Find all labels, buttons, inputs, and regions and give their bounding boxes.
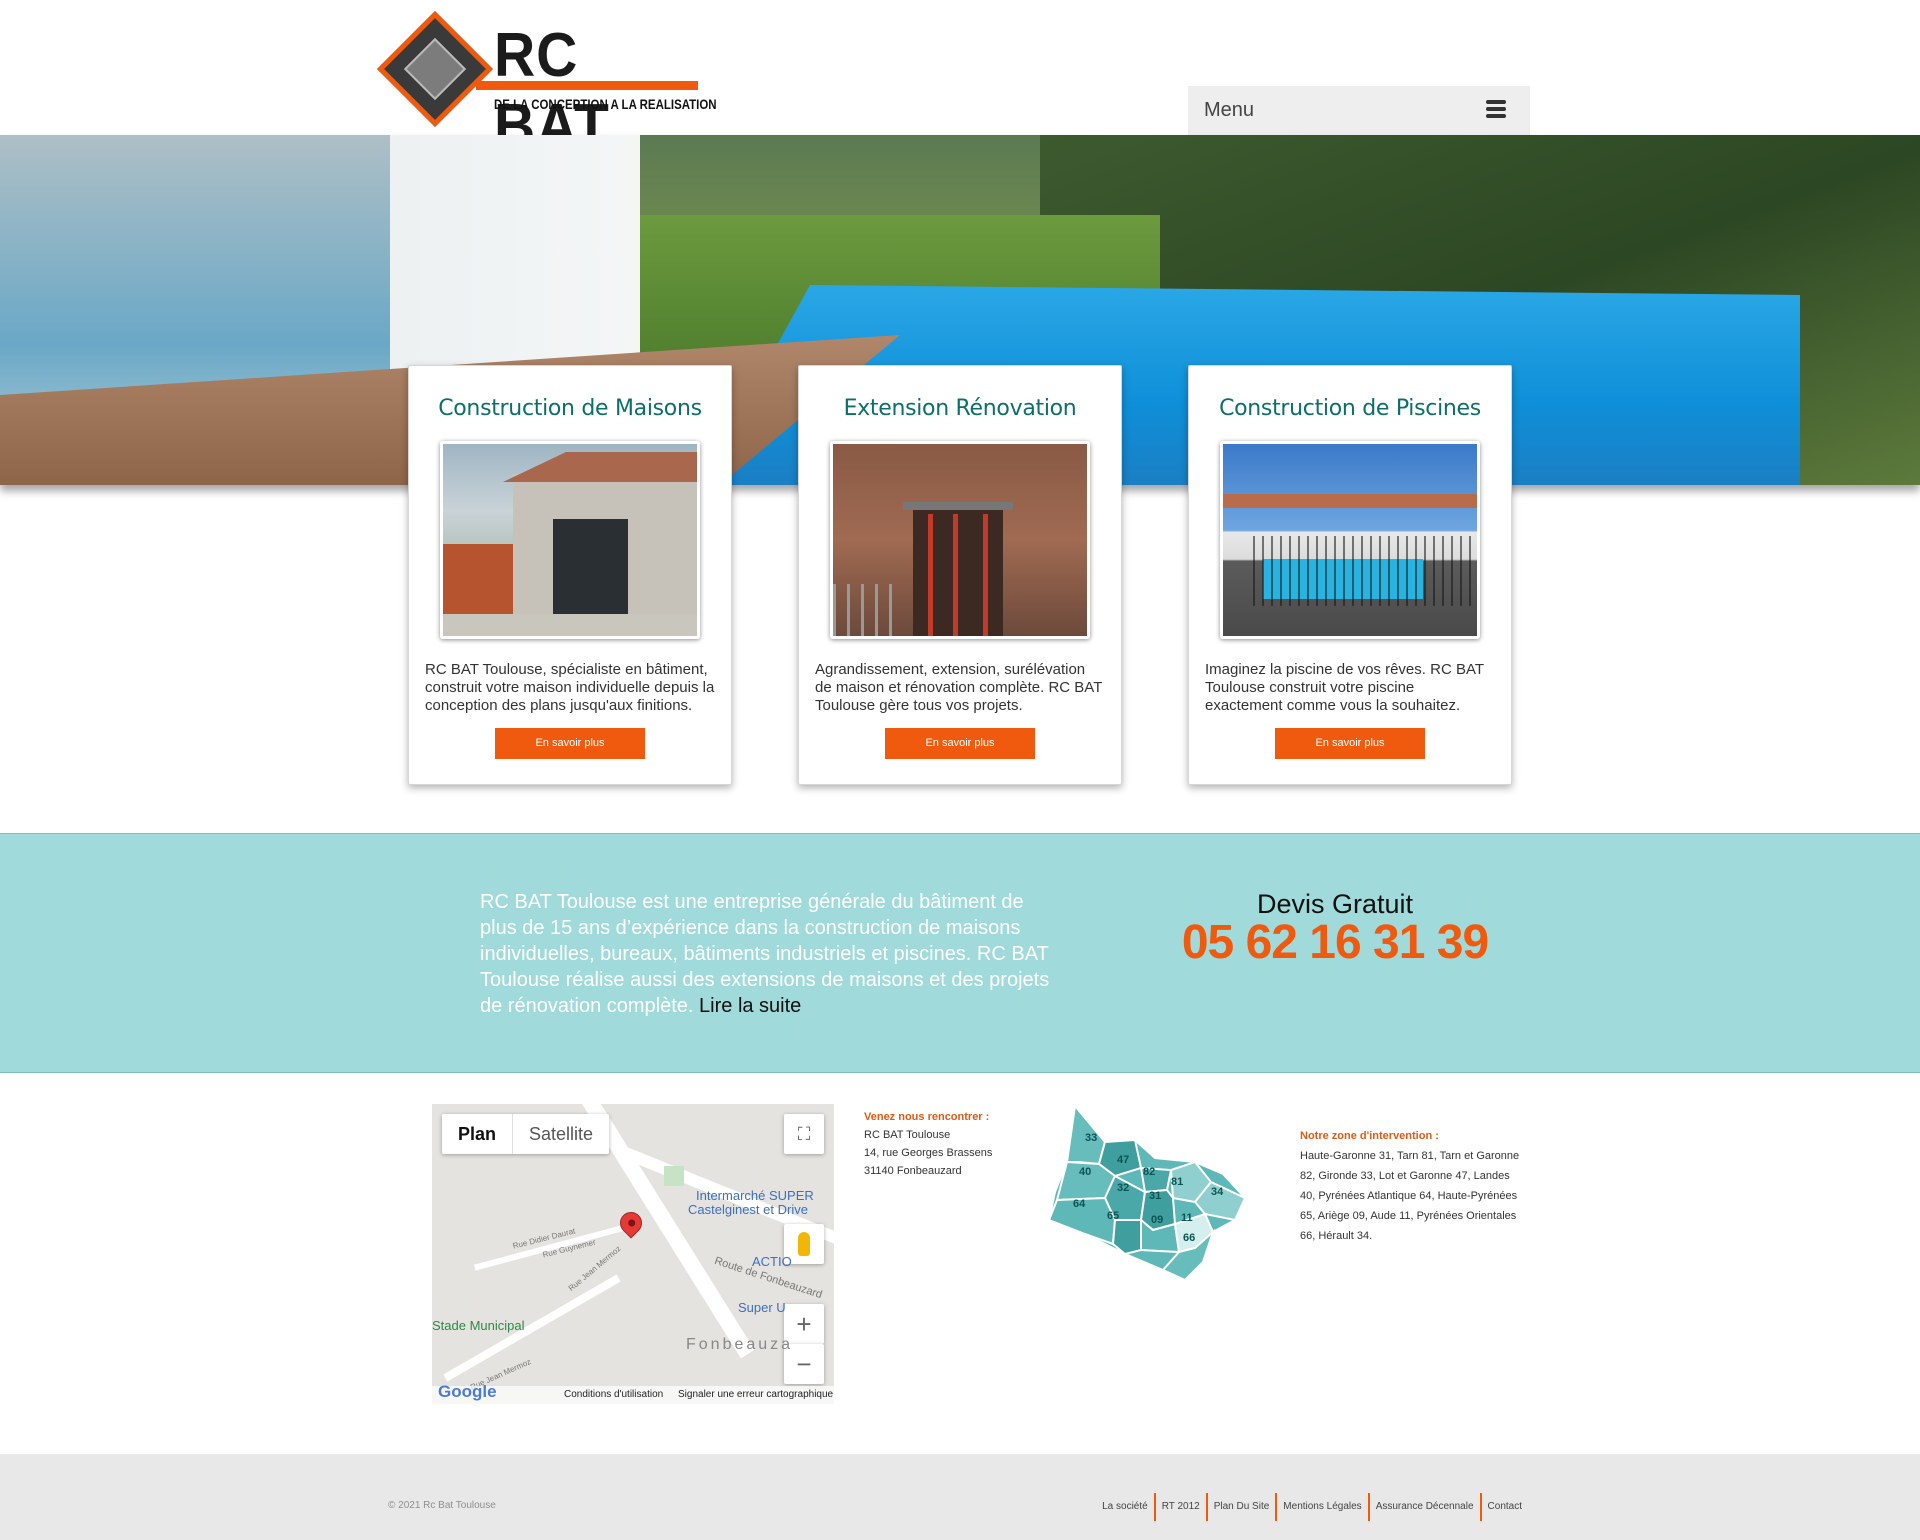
about-band: RC BAT Toulouse est une entreprise génér… <box>0 833 1920 1073</box>
google-logo: Google <box>438 1382 497 1401</box>
logo-tagline: DE LA CONCEPTION A LA REALISATION <box>494 96 717 112</box>
map-label-stade: Stade Municipal <box>432 1318 525 1333</box>
department-label: 81 <box>1171 1176 1184 1188</box>
map-type-tabs: Plan Satellite <box>442 1114 610 1154</box>
map-label-intermarche-2: Castelginest et Drive <box>688 1202 808 1217</box>
footer-link-assurance[interactable]: Assurance Décennale <box>1367 1493 1480 1521</box>
card-construction-piscines: Construction de Piscines Imaginez la pis… <box>1188 365 1512 785</box>
contact-line: 14, rue Georges Brassens <box>864 1147 993 1159</box>
department-label: 09 <box>1151 1214 1164 1226</box>
department-label: 82 <box>1143 1166 1156 1178</box>
map-terms-link[interactable]: Conditions d'utilisation <box>564 1389 663 1400</box>
map-label-town: Fonbeauza <box>686 1336 794 1353</box>
en-savoir-plus-button[interactable]: En savoir plus <box>495 728 645 759</box>
card-text: Imaginez la piscine de vos rêves. RC BAT… <box>1205 661 1484 714</box>
footer-link-mentions-legales[interactable]: Mentions Légales <box>1275 1493 1367 1521</box>
department-label: 66 <box>1183 1232 1196 1244</box>
footer-link-plan-du-site[interactable]: Plan Du Site <box>1205 1493 1276 1521</box>
about-text: RC BAT Toulouse est une entreprise génér… <box>480 889 1060 1019</box>
card-text: Agrandissement, extension, surélévation … <box>815 661 1103 714</box>
contact-info: Venez nous rencontrer : RC BAT Toulouse … <box>864 1108 992 1180</box>
map-label-intermarche: Intermarché SUPER <box>696 1188 814 1203</box>
card-text: RC BAT Toulouse, spécialiste en bâtiment… <box>425 661 715 714</box>
card-construction-maisons: Construction de Maisons RC BAT Toulouse,… <box>408 365 732 785</box>
department-label: 33 <box>1085 1132 1098 1144</box>
department-label: 34 <box>1211 1186 1224 1198</box>
intervention-zone: Notre zone d'intervention : Haute-Garonn… <box>1300 1126 1526 1246</box>
location-pin-icon[interactable] <box>615 1207 647 1239</box>
footer: © 2021 Rc Bat Toulouse La société RT 201… <box>0 1454 1920 1540</box>
zone-heading: Notre zone d'intervention : <box>1300 1130 1439 1142</box>
devis-block: Devis Gratuit 05 62 16 31 39 <box>1130 889 1540 967</box>
tab-plan[interactable]: Plan <box>442 1114 514 1154</box>
card-title: Construction de Maisons <box>438 396 702 421</box>
phone-number[interactable]: 05 62 16 31 39 <box>1130 919 1540 967</box>
contact-line: 31140 Fonbeauzard <box>864 1165 962 1177</box>
card-photo-pool[interactable] <box>1220 441 1480 639</box>
department-label: 32 <box>1117 1182 1130 1194</box>
footer-link-contact[interactable]: Contact <box>1479 1493 1528 1521</box>
department-label: 47 <box>1117 1154 1130 1166</box>
contact-line: RC BAT Toulouse <box>864 1129 951 1141</box>
tab-satellite[interactable]: Satellite <box>513 1114 609 1154</box>
region-map: 33 47 40 82 81 32 31 34 64 65 09 11 66 <box>1045 1102 1291 1282</box>
card-photo-house[interactable] <box>440 441 700 639</box>
department-label: 64 <box>1073 1198 1086 1210</box>
copyright: © 2021 Rc Bat Toulouse <box>388 1500 496 1511</box>
read-more-link[interactable]: Lire la suite <box>699 995 801 1017</box>
en-savoir-plus-button[interactable]: En savoir plus <box>885 728 1035 759</box>
footer-link-societe[interactable]: La société <box>1096 1493 1154 1521</box>
footer-nav: La société RT 2012 Plan Du Site Mentions… <box>1096 1493 1528 1521</box>
card-extension-renovation: Extension Rénovation Agrandissement, ext… <box>798 365 1122 785</box>
fullscreen-icon[interactable]: ⛶ <box>784 1114 824 1154</box>
map-footer: Google Conditions d'utilisation Signaler… <box>432 1382 834 1404</box>
menu-button[interactable]: Menu <box>1188 86 1530 135</box>
card-title: Construction de Piscines <box>1219 396 1481 421</box>
logo[interactable]: RC BAT DE LA CONCEPTION A LA REALISATION <box>377 11 718 161</box>
header: RC BAT DE LA CONCEPTION A LA REALISATION… <box>0 0 1920 161</box>
logo-diamond-icon <box>377 11 493 127</box>
footer-link-rt2012[interactable]: RT 2012 <box>1153 1493 1206 1521</box>
department-label: 65 <box>1107 1210 1120 1222</box>
park-area <box>664 1166 684 1186</box>
region-map-svg <box>1047 1103 1247 1282</box>
hamburger-icon <box>1486 100 1506 120</box>
menu-label: Menu <box>1204 99 1255 121</box>
card-photo-renovation[interactable] <box>830 441 1090 639</box>
card-title: Extension Rénovation <box>843 396 1077 421</box>
department-label: 40 <box>1079 1166 1092 1178</box>
zone-text: Haute-Garonne 31, Tarn 81, Tarn et Garon… <box>1300 1150 1520 1242</box>
map-label-super-u: Super U <box>738 1300 786 1315</box>
map-report-link[interactable]: Signaler une erreur cartographique <box>678 1389 833 1400</box>
department-label: 31 <box>1149 1190 1162 1202</box>
map-label-action: ACTIO <box>752 1254 792 1269</box>
google-map[interactable]: Plan Satellite ⛶ + − Intermarché SUPER C… <box>432 1104 834 1404</box>
en-savoir-plus-button[interactable]: En savoir plus <box>1275 728 1425 759</box>
department-label: 11 <box>1181 1212 1193 1224</box>
contact-heading: Venez nous rencontrer : <box>864 1111 990 1123</box>
